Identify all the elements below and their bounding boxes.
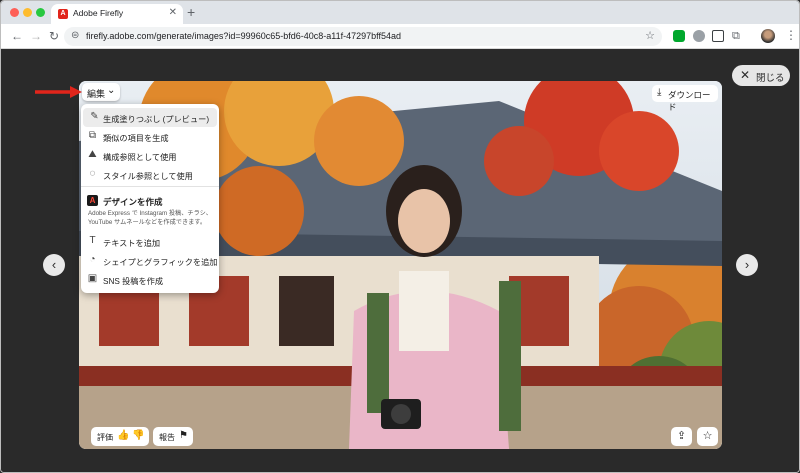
menu-item-add-text[interactable]: T テキストを追加 [81,232,219,251]
browser-toolbar: ← → ↻ ⊜ firefly.adobe.com/generate/image… [1,24,799,49]
profile-avatar[interactable] [761,29,775,43]
shapes-icon: ◔ [89,254,96,265]
composition-reference-icon: ⛰ [88,149,97,160]
site-info-icon[interactable]: ⊜ [71,30,79,41]
star-icon: ☆ [702,430,713,442]
bookmark-star-icon[interactable]: ☆ [645,29,655,42]
url-text[interactable]: firefly.adobe.com/generate/images?id=999… [86,31,401,41]
download-label: ダウンロード [668,90,711,112]
forward-button[interactable]: → [30,29,42,43]
close-label: 閉じる [756,73,785,84]
window-close-dot[interactable] [10,8,19,17]
thumb-up-icon[interactable]: 👍 [117,430,129,442]
next-image-button[interactable]: › [736,254,758,276]
menu-divider [81,186,219,187]
thumb-down-icon[interactable]: 👎 [132,430,144,442]
rate-label: 評価 [97,433,113,442]
window-minimize-dot[interactable] [23,8,32,17]
adobe-express-icon: A [87,195,98,206]
address-bar[interactable]: ⊜ firefly.adobe.com/generate/images?id=9… [64,27,662,46]
tab-bar: A Adobe Firefly ✕ + [1,1,799,24]
share-icon: ⇪ [676,430,687,442]
extension-icon[interactable] [693,30,705,42]
menu-item-add-shapes[interactable]: ◔ シェイプとグラフィックを追加 [81,251,219,270]
menu-item-label: 類似の項目を生成 [103,134,169,143]
download-icon: ⤓ [657,87,662,98]
menu-item-generate-similar[interactable]: ⧉ 類似の項目を生成 [81,127,219,146]
menu-item-label: SNS 投稿を作成 [103,277,164,286]
annotation-arrow-icon [35,86,82,98]
devtools-extension-icon[interactable] [712,30,724,42]
previous-image-button[interactable]: ‹ [43,254,65,276]
menu-item-label: 生成塗りつぶし (プレビュー) [103,115,210,124]
chevron-down-icon: ⌄ [107,85,116,96]
tab-title: Adobe Firefly [73,8,124,18]
menu-item-create-sns-post[interactable]: ▣ SNS 投稿を作成 [81,270,219,289]
menu-item-style-reference[interactable]: ◌ スタイル参照として使用 [81,165,219,184]
menu-item-generative-fill[interactable]: ✎ 生成塗りつぶし (プレビュー) [83,108,217,127]
edit-label: 編集 [87,89,106,99]
share-button[interactable]: ⇪ [671,427,692,446]
generative-fill-icon: ✎ [90,111,99,122]
download-button[interactable]: ⤓ ダウンロード [652,85,718,112]
create-design-description: Adobe Express で Instagram 投稿、チラシ、YouTube… [88,210,212,226]
menu-item-label: シェイプとグラフィックを追加 [103,258,218,267]
favorite-button[interactable]: ☆ [697,427,718,446]
tab-close-icon[interactable]: ✕ [169,7,177,18]
flag-icon: ⚑ [179,430,188,441]
close-button[interactable]: ✕ 閉じる [732,65,790,86]
create-design-label[interactable]: デザインを作成 [103,196,163,208]
tab-adobe-firefly[interactable]: A Adobe Firefly ✕ [51,4,183,24]
edit-dropdown-button[interactable]: 編集 ⌄ [82,83,120,101]
sns-post-icon: ▣ [87,273,98,284]
rate-control: 評価 👍 👎 [91,427,149,446]
window-zoom-dot[interactable] [36,8,45,17]
generate-similar-icon: ⧉ [88,130,97,141]
reload-button[interactable]: ↻ [49,29,59,43]
menu-item-label: スタイル参照として使用 [103,172,193,181]
menu-item-composition-reference[interactable]: ⛰ 構成参照として使用 [81,146,219,165]
evernote-extension-icon[interactable] [673,30,685,42]
report-button[interactable]: 報告 ⚑ [153,427,193,446]
edit-menu: ✎ 生成塗りつぶし (プレビュー) ⧉ 類似の項目を生成 ⛰ 構成参照として使用… [81,104,219,293]
text-icon: T [89,235,96,246]
report-label: 報告 [159,433,175,442]
close-icon: ✕ [740,68,751,82]
browser-window: A Adobe Firefly ✕ + ← → ↻ ⊜ firefly.adob… [0,0,800,473]
back-button[interactable]: ← [11,29,23,43]
extensions-puzzle-icon[interactable]: ⧉ [732,30,744,42]
new-tab-button[interactable]: + [187,4,195,20]
menu-item-label: テキストを追加 [103,239,161,248]
style-reference-icon: ◌ [89,168,96,179]
adobe-favicon-icon: A [58,9,68,19]
browser-menu-icon[interactable]: ⋮ [785,28,797,42]
menu-item-label: 構成参照として使用 [103,153,177,162]
